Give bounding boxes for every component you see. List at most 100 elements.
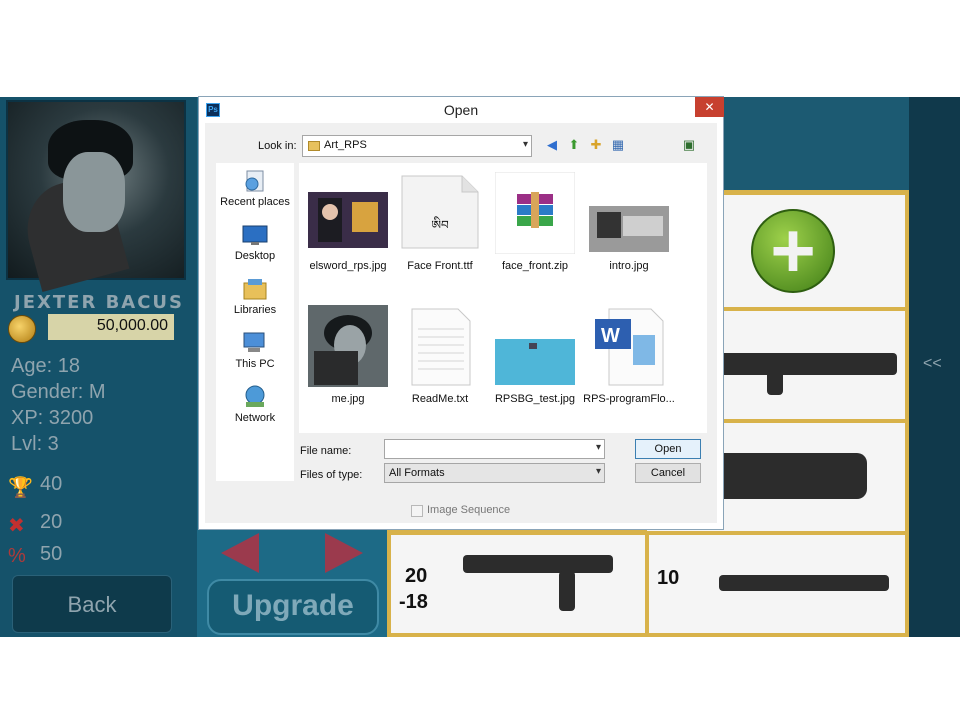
dialog-title: Open: [443, 102, 479, 118]
chevron-down-icon[interactable]: ▾: [596, 442, 601, 453]
losses-count: 20: [40, 511, 63, 533]
place-label: Desktop: [234, 250, 276, 262]
place-recent-places[interactable]: Recent places: [216, 169, 294, 219]
launcher-icon: [717, 353, 897, 375]
player-gender: Gender: M: [11, 381, 106, 403]
player-portrait: [6, 100, 186, 292]
close-button[interactable]: ✕: [695, 97, 724, 117]
image-thumbnail-icon: [308, 192, 388, 248]
view-menu-icon[interactable]: ▦: [609, 137, 627, 153]
file-name: elsword_rps.jpg: [309, 260, 387, 272]
percent-icon: %: [8, 545, 26, 567]
file-name: Face Front.ttf: [407, 260, 473, 272]
rifle-icon: [463, 555, 613, 573]
coin-icon: [8, 315, 36, 343]
file-name-input[interactable]: ▾: [384, 439, 605, 459]
file-name-label: File name:: [300, 445, 352, 457]
file-name: RPSBG_test.jpg: [494, 393, 576, 405]
file-item[interactable]: ཨིབ Face Front.ttf: [394, 168, 486, 280]
places-bar: Recent places Desktop Libraries This PC …: [216, 163, 294, 481]
shotgun-icon: [719, 575, 889, 591]
file-name: RPS-programFlo...: [583, 393, 675, 405]
files-of-type-label: Files of type:: [300, 469, 363, 481]
libraries-icon: [243, 279, 267, 300]
file-name: me.jpg: [331, 393, 365, 405]
word-document-icon: W: [595, 308, 664, 386]
upgrade-button[interactable]: Upgrade: [207, 579, 379, 635]
chevron-down-icon[interactable]: ▾: [596, 466, 601, 477]
player-level: Lvl: 3: [11, 433, 59, 455]
recent-places-icon: [245, 170, 264, 192]
folder-icon: [308, 141, 320, 151]
weapon-damage: 20: [405, 565, 428, 587]
trophy-icon: 🏆: [8, 477, 33, 499]
look-in-label: Look in:: [258, 140, 297, 152]
file-item[interactable]: ReadMe.txt: [394, 301, 486, 413]
dialog-body: Look in: Art_RPS ▾ ◀ ⬆ ✚ ▦ ▣ Recent plac…: [205, 123, 717, 523]
previous-arrow-icon[interactable]: [221, 533, 259, 573]
look-in-value: Art_RPS: [324, 139, 367, 151]
file-item[interactable]: me.jpg: [302, 301, 394, 413]
back-button[interactable]: Back: [12, 575, 172, 633]
dialog-titlebar[interactable]: Ps Open ✕: [199, 97, 724, 123]
files-of-type-value: All Formats: [389, 467, 445, 479]
file-list: elsword_rps.jpg ཨིབ Face Front.ttf face_…: [299, 163, 707, 433]
next-arrow-icon[interactable]: [325, 533, 363, 573]
network-icon: [245, 385, 265, 407]
desktop-folder-icon[interactable]: ▣: [680, 137, 698, 153]
chevron-down-icon[interactable]: ▾: [523, 139, 528, 150]
text-file-icon: [411, 308, 471, 386]
place-libraries[interactable]: Libraries: [216, 277, 294, 327]
minigun-icon: [707, 453, 867, 499]
this-pc-icon: [243, 332, 265, 352]
image-sequence-checkbox[interactable]: [411, 505, 423, 517]
file-item[interactable]: intro.jpg: [583, 168, 675, 280]
image-thumbnail-icon: [589, 206, 669, 252]
image-thumbnail-icon: [308, 305, 388, 387]
place-network[interactable]: Network: [216, 385, 294, 435]
win-percent: 50: [40, 543, 63, 565]
player-name: JEXTER BACUS: [14, 292, 185, 313]
place-label: Libraries: [233, 304, 277, 316]
look-in-combo[interactable]: Art_RPS ▾: [302, 135, 532, 157]
weapon-damage-2: 10: [657, 567, 680, 589]
open-button[interactable]: Open: [635, 439, 701, 459]
percent-row: % 50: [8, 543, 108, 567]
player-xp: XP: 3200: [11, 407, 94, 429]
player-age: Age: 18: [11, 355, 80, 377]
weapon-penalty: -18: [399, 591, 428, 613]
weapon-slot-rifle[interactable]: 20 -18: [391, 535, 645, 633]
file-name: ReadMe.txt: [411, 393, 469, 405]
weapon-slot-shotgun[interactable]: 10: [649, 535, 905, 633]
coin-balance: 50,000.00: [48, 314, 174, 340]
desktop-icon: [242, 225, 268, 245]
file-item[interactable]: RPSBG_test.jpg: [489, 301, 581, 413]
losses-row: ✖ 20: [8, 511, 108, 537]
place-label: Network: [234, 412, 276, 424]
place-this-pc[interactable]: This PC: [216, 331, 294, 381]
player-panel: JEXTER BACUS 50,000.00 Age: 18 Gender: M…: [0, 97, 197, 637]
wins-count: 40: [40, 473, 63, 495]
place-label: This PC: [235, 358, 275, 370]
file-item[interactable]: face_front.zip: [489, 168, 581, 280]
files-of-type-select[interactable]: All Formats ▾: [384, 463, 605, 483]
wins-row: 🏆 40: [8, 473, 108, 499]
open-dialog: Ps Open ✕ Look in: Art_RPS ▾ ◀ ⬆ ✚ ▦ ▣ R…: [198, 96, 724, 530]
image-thumbnail-icon: [495, 339, 575, 385]
plus-icon[interactable]: +: [751, 209, 835, 293]
up-folder-icon[interactable]: ⬆: [565, 137, 583, 153]
file-name: intro.jpg: [609, 260, 649, 272]
archive-icon: [495, 172, 575, 254]
svg-text:W: W: [601, 325, 620, 347]
collapse-icon[interactable]: <<: [923, 355, 942, 373]
back-arrow-icon[interactable]: ◀: [543, 137, 561, 153]
cross-icon: ✖: [8, 515, 25, 537]
place-desktop[interactable]: Desktop: [216, 223, 294, 273]
file-item[interactable]: W RPS-programFlo...: [583, 301, 675, 413]
image-sequence-label: Image Sequence: [427, 504, 511, 516]
cancel-button[interactable]: Cancel: [635, 463, 701, 483]
file-item[interactable]: elsword_rps.jpg: [302, 168, 394, 280]
side-drawer: <<: [909, 97, 960, 637]
font-preview-text: ཨིབ: [431, 218, 449, 232]
new-folder-icon[interactable]: ✚: [587, 137, 605, 153]
